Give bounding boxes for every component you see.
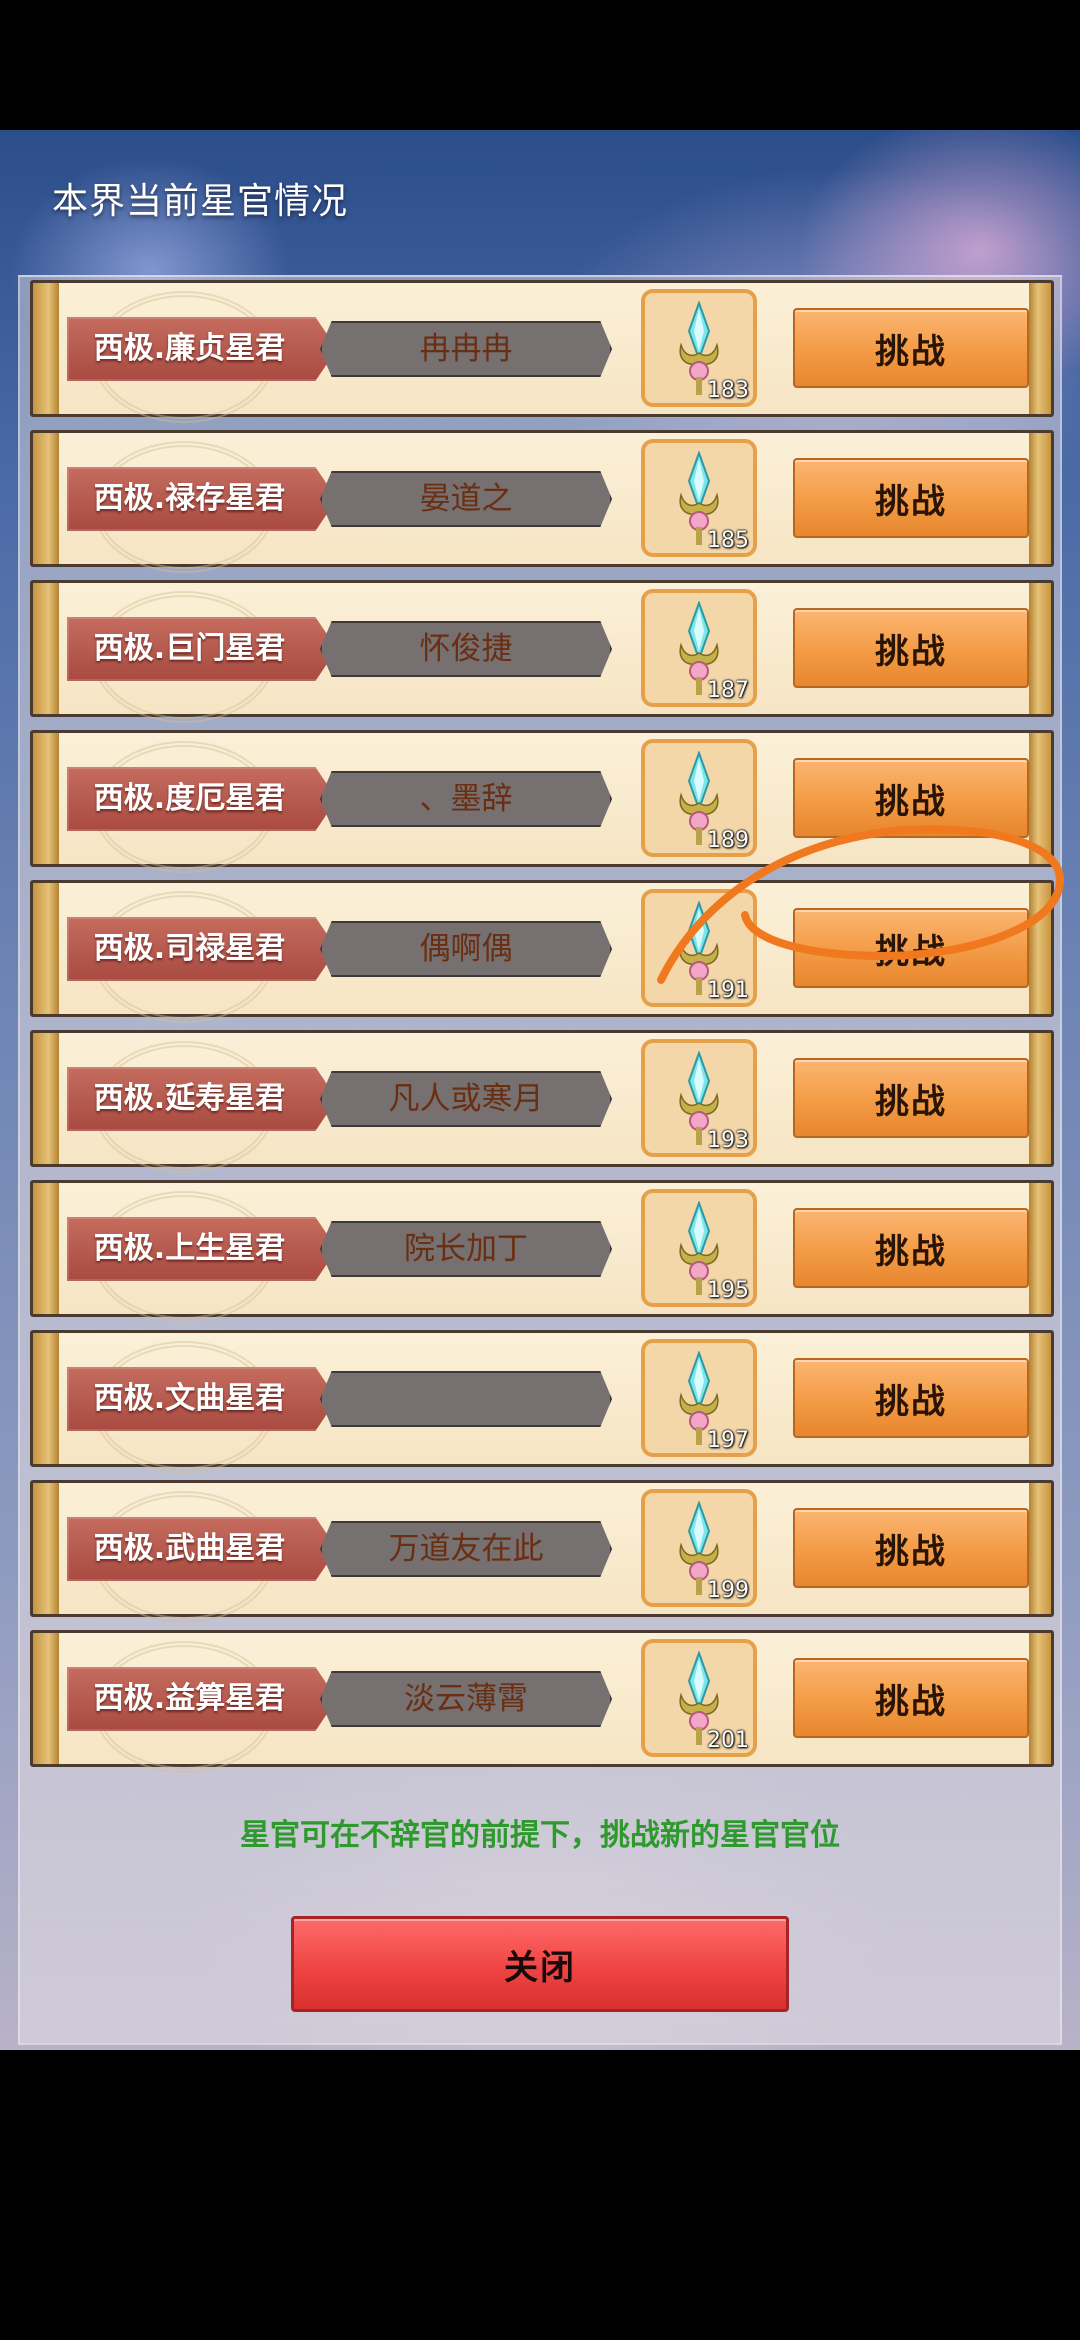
- star-official-row: 西极.度厄星君 、墨辞 189 挑战: [30, 730, 1054, 873]
- star-official-row: 西极.延寿星君 凡人或寒月 193 挑战: [30, 1030, 1054, 1173]
- challenge-label: 挑战: [875, 931, 947, 972]
- close-button[interactable]: 关闭: [291, 1916, 789, 2012]
- star-official-row: 西极.廉贞星君 冉冉冉 183 挑战: [30, 280, 1054, 423]
- star-official-row: 西极.巨门星君 怀俊捷 187 挑战: [30, 580, 1054, 723]
- challenge-button[interactable]: 挑战: [793, 1658, 1029, 1738]
- holder-name: 晏道之: [419, 481, 513, 517]
- holder-name: 怀俊捷: [419, 631, 513, 667]
- token-count: 185: [707, 528, 749, 553]
- star-official-row: 西极.上生星君 院长加丁 195 挑战: [30, 1180, 1054, 1323]
- rule-hint: 星官可在不辞官的前提下，挑战新的星官官位: [240, 1818, 840, 1853]
- rank-title: 西极.上生星君: [93, 1231, 286, 1266]
- token-item-slot[interactable]: 187: [641, 589, 757, 707]
- rank-title: 西极.武曲星君: [93, 1531, 286, 1566]
- holder-name: 、墨辞: [419, 781, 513, 817]
- challenge-button[interactable]: 挑战: [793, 1358, 1029, 1438]
- page-title: 本界当前星官情况: [52, 181, 349, 222]
- holder-name-plate: 凡人或寒月: [320, 1071, 612, 1127]
- holder-name: [322, 1373, 610, 1425]
- token-item-slot[interactable]: 197: [641, 1339, 757, 1457]
- token-count: 191: [707, 978, 749, 1003]
- star-official-row: 西极.司禄星君 偶啊偶 191 挑战: [30, 880, 1054, 1023]
- rank-label: 西极.廉贞星君: [67, 317, 337, 381]
- challenge-label: 挑战: [875, 1081, 947, 1122]
- holder-name: 万道友在此: [388, 1531, 544, 1567]
- rank-label: 西极.巨门星君: [67, 617, 337, 681]
- challenge-label: 挑战: [875, 331, 947, 372]
- rank-label: 西极.益算星君: [67, 1667, 337, 1731]
- star-official-row: 西极.益算星君 淡云薄霄 201 挑战: [30, 1630, 1054, 1773]
- rank-label: 西极.武曲星君: [67, 1517, 337, 1581]
- holder-name-plate: 晏道之: [320, 471, 612, 527]
- star-official-row: 西极.文曲星君 197 挑战: [30, 1330, 1054, 1473]
- challenge-label: 挑战: [875, 1531, 947, 1572]
- holder-name-plate: 、墨辞: [320, 771, 612, 827]
- challenge-button[interactable]: 挑战: [793, 308, 1029, 388]
- challenge-label: 挑战: [875, 1681, 947, 1722]
- token-count: 195: [707, 1278, 749, 1303]
- holder-name: 偶啊偶: [419, 931, 513, 967]
- rank-title: 西极.禄存星君: [93, 481, 286, 516]
- holder-name-plate: 院长加丁: [320, 1221, 612, 1277]
- rank-label: 西极.司禄星君: [67, 917, 337, 981]
- rank-title: 西极.文曲星君: [93, 1381, 286, 1416]
- challenge-label: 挑战: [875, 1381, 947, 1422]
- holder-name-plate: 怀俊捷: [320, 621, 612, 677]
- rank-title: 西极.巨门星君: [93, 631, 286, 666]
- bottom-black-bar: [0, 2050, 1080, 2340]
- token-count: 189: [707, 828, 749, 853]
- rank-title: 西极.益算星君: [93, 1681, 286, 1716]
- star-official-panel: 西极.廉贞星君 冉冉冉 183 挑战 西极.禄存星君 晏道之 185 挑战 西极…: [18, 275, 1062, 2045]
- holder-name: 院长加丁: [404, 1231, 528, 1267]
- token-item-slot[interactable]: 201: [641, 1639, 757, 1757]
- token-item-slot[interactable]: 189: [641, 739, 757, 857]
- top-black-bar: [0, 0, 1080, 130]
- token-count: 197: [707, 1428, 749, 1453]
- challenge-label: 挑战: [875, 631, 947, 672]
- holder-name-plate: 淡云薄霄: [320, 1671, 612, 1727]
- rank-title: 西极.延寿星君: [93, 1081, 286, 1116]
- holder-name: 冉冉冉: [419, 331, 513, 367]
- close-label: 关闭: [504, 1947, 576, 1988]
- rank-label: 西极.度厄星君: [67, 767, 337, 831]
- rank-title: 西极.廉贞星君: [93, 331, 286, 366]
- token-count: 193: [707, 1128, 749, 1153]
- holder-name-plate: 偶啊偶: [320, 921, 612, 977]
- rank-label: 西极.文曲星君: [67, 1367, 337, 1431]
- holder-name: 淡云薄霄: [404, 1681, 528, 1717]
- holder-name-plate: 万道友在此: [320, 1521, 612, 1577]
- challenge-button[interactable]: 挑战: [793, 608, 1029, 688]
- challenge-button[interactable]: 挑战: [793, 458, 1029, 538]
- token-count: 183: [707, 378, 749, 403]
- rank-label: 西极.禄存星君: [67, 467, 337, 531]
- star-official-row: 西极.武曲星君 万道友在此 199 挑战: [30, 1480, 1054, 1623]
- challenge-button[interactable]: 挑战: [793, 908, 1029, 988]
- token-item-slot[interactable]: 191: [641, 889, 757, 1007]
- challenge-label: 挑战: [875, 481, 947, 522]
- rank-title: 西极.司禄星君: [93, 931, 286, 966]
- challenge-button[interactable]: 挑战: [793, 758, 1029, 838]
- token-count: 199: [707, 1578, 749, 1603]
- holder-name: 凡人或寒月: [388, 1081, 544, 1117]
- rank-title: 西极.度厄星君: [93, 781, 286, 816]
- star-official-window: 本界当前星官情况 西极.廉贞星君 冉冉冉 183 挑战 西极.禄存星君 晏道之 …: [0, 130, 1080, 2050]
- token-item-slot[interactable]: 195: [641, 1189, 757, 1307]
- challenge-label: 挑战: [875, 1231, 947, 1272]
- challenge-label: 挑战: [875, 781, 947, 822]
- holder-name-plate: [320, 1371, 612, 1427]
- challenge-button[interactable]: 挑战: [793, 1508, 1029, 1588]
- token-count: 201: [707, 1728, 749, 1753]
- token-item-slot[interactable]: 193: [641, 1039, 757, 1157]
- challenge-button[interactable]: 挑战: [793, 1058, 1029, 1138]
- token-item-slot[interactable]: 185: [641, 439, 757, 557]
- star-official-row: 西极.禄存星君 晏道之 185 挑战: [30, 430, 1054, 573]
- holder-name-plate: 冉冉冉: [320, 321, 612, 377]
- token-item-slot[interactable]: 199: [641, 1489, 757, 1607]
- challenge-button[interactable]: 挑战: [793, 1208, 1029, 1288]
- rank-label: 西极.延寿星君: [67, 1067, 337, 1131]
- token-item-slot[interactable]: 183: [641, 289, 757, 407]
- rank-label: 西极.上生星君: [67, 1217, 337, 1281]
- token-count: 187: [707, 678, 749, 703]
